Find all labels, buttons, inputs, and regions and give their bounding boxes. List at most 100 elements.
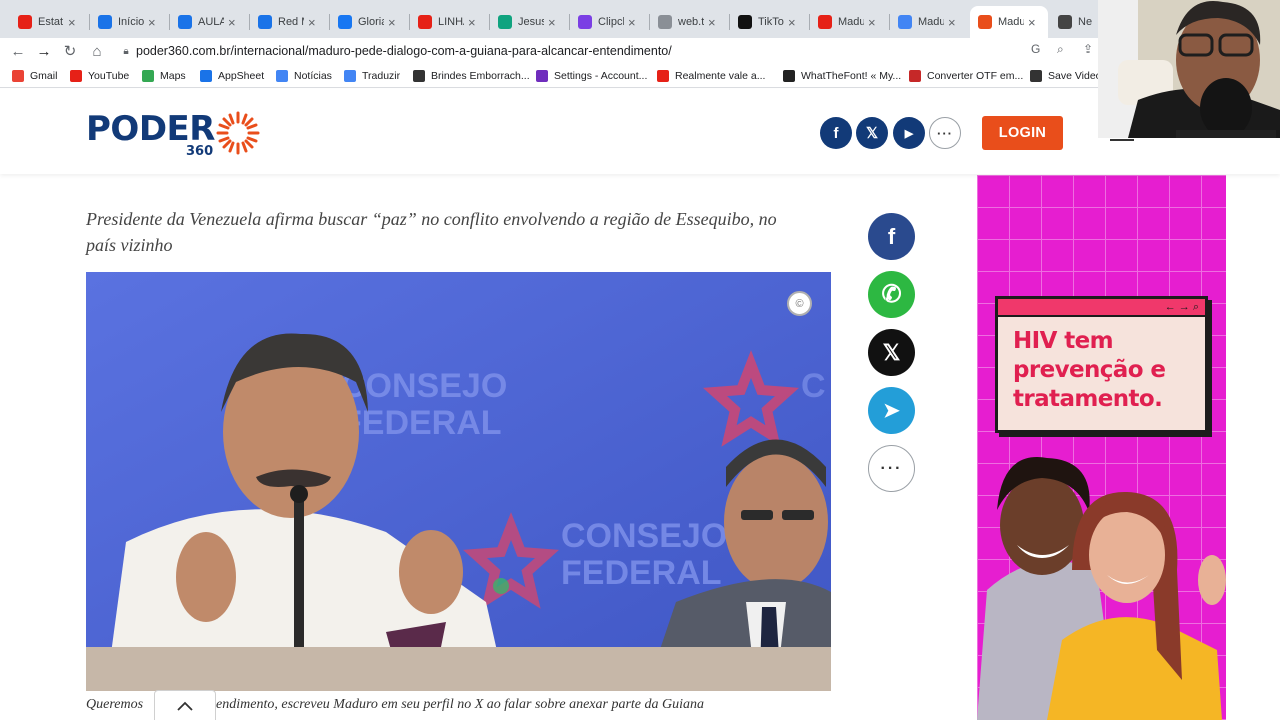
tab-separator bbox=[649, 14, 650, 30]
share-x-button[interactable]: 𝕏 bbox=[868, 329, 915, 376]
bookmark-item[interactable]: Maps bbox=[142, 68, 186, 84]
svg-text:CONSEJO: CONSEJO bbox=[561, 517, 727, 555]
browser-tab[interactable]: Red M × bbox=[250, 6, 328, 38]
bookmark-item[interactable]: YouTube bbox=[70, 68, 129, 84]
browser-tab[interactable]: Estatís × bbox=[10, 6, 88, 38]
bookmark-icon bbox=[200, 70, 212, 82]
close-tab-icon[interactable]: × bbox=[68, 15, 80, 30]
browser-tab[interactable]: web.te × bbox=[650, 6, 728, 38]
close-tab-icon[interactable]: × bbox=[548, 15, 560, 30]
home-icon[interactable]: ⌂ bbox=[87, 41, 107, 61]
bookmark-icon bbox=[783, 70, 795, 82]
svg-text:C: C bbox=[801, 367, 826, 405]
webcam-overlay bbox=[1098, 0, 1280, 138]
reload-icon[interactable]: ↻ bbox=[60, 41, 80, 61]
browser-tab[interactable]: Madu × bbox=[970, 6, 1048, 38]
bookmark-icon bbox=[276, 70, 288, 82]
caption-rest: endimento, escreveu Maduro em seu perfil… bbox=[216, 697, 705, 712]
bookmark-item[interactable]: Realmente vale a... bbox=[657, 68, 765, 84]
share-telegram-button[interactable]: ➤ bbox=[868, 387, 915, 434]
browser-tab-title: Madur bbox=[838, 16, 864, 28]
browser-tab[interactable]: Gloria × bbox=[330, 6, 408, 38]
bookmark-item[interactable]: Converter OTF em... bbox=[909, 68, 1023, 84]
scroll-to-top-button[interactable] bbox=[154, 690, 216, 720]
header-youtube-icon[interactable]: ▶ bbox=[893, 117, 925, 149]
share-more-button[interactable]: ··· bbox=[868, 445, 915, 492]
close-tab-icon[interactable]: × bbox=[308, 15, 320, 30]
webcam-person-image bbox=[1098, 0, 1280, 138]
poder360-logo[interactable]: PODER 360 bbox=[86, 109, 262, 159]
chatgpt-icon bbox=[498, 15, 512, 29]
tab-separator bbox=[409, 14, 410, 30]
logo-number: 360 bbox=[186, 144, 214, 159]
close-tab-icon[interactable]: × bbox=[708, 15, 720, 30]
close-tab-icon[interactable]: × bbox=[468, 15, 480, 30]
ad-card-toolbar: ← → ⌕ bbox=[998, 299, 1205, 317]
address-bar[interactable]: 🔒︎ poder360.com.br/internacional/maduro-… bbox=[116, 39, 1106, 63]
browser-toolbar: ← → ↻ ⌂ 🔒︎ poder360.com.br/internacional… bbox=[0, 38, 1280, 64]
browser-tab-title: Madur bbox=[918, 16, 944, 28]
article-photo[interactable]: CONSEJO FEDERAL CONSEJO FEDERAL C bbox=[86, 272, 831, 691]
close-tab-icon[interactable]: × bbox=[788, 15, 800, 30]
bookmark-item[interactable]: Traduzir bbox=[344, 68, 400, 84]
tab-separator bbox=[809, 14, 810, 30]
browser-tab[interactable]: Madur × bbox=[890, 6, 968, 38]
close-tab-icon[interactable]: × bbox=[1028, 15, 1040, 30]
bookmark-icon bbox=[142, 70, 154, 82]
bookmark-label: Notícias bbox=[294, 70, 332, 82]
login-button[interactable]: LOGIN bbox=[982, 116, 1063, 150]
browser-tab-title: Estatís bbox=[38, 16, 64, 28]
close-tab-icon[interactable]: × bbox=[868, 15, 880, 30]
caption-start: Queremos bbox=[86, 697, 144, 712]
close-tab-icon[interactable]: × bbox=[148, 15, 160, 30]
browser-tab[interactable]: Clipch × bbox=[570, 6, 648, 38]
browser-tab[interactable]: AULA × bbox=[170, 6, 248, 38]
header-x-icon[interactable]: 𝕏 bbox=[856, 117, 888, 149]
forward-icon[interactable]: → bbox=[34, 41, 54, 61]
header-more-icon[interactable]: ··· bbox=[929, 117, 961, 149]
bookmark-item[interactable]: WhatTheFont! « My... bbox=[783, 68, 901, 84]
browser-tab-title: Início bbox=[118, 16, 144, 28]
bookmark-icon bbox=[536, 70, 548, 82]
back-icon[interactable]: ← bbox=[8, 41, 28, 61]
header-facebook-icon[interactable]: f bbox=[820, 117, 852, 149]
close-tab-icon[interactable]: × bbox=[628, 15, 640, 30]
google-lens-icon[interactable]: G bbox=[1031, 42, 1040, 56]
bookmark-item[interactable]: Save Video bbox=[1030, 68, 1102, 84]
lock-icon[interactable]: 🔒︎ bbox=[116, 46, 136, 57]
bookmark-label: Brindes Emborrach... bbox=[431, 70, 530, 82]
browser-tab[interactable]: Madur × bbox=[810, 6, 888, 38]
copyright-icon[interactable]: © bbox=[787, 291, 812, 316]
browser-tab[interactable]: LINHA × bbox=[410, 6, 488, 38]
bookmark-item[interactable]: Notícias bbox=[276, 68, 332, 84]
advertisement[interactable]: ← → ⌕ HIV tem prevenção e tratamento. bbox=[977, 175, 1226, 720]
tab-separator bbox=[89, 14, 90, 30]
browser-tab-title: Clipch bbox=[598, 16, 624, 28]
bookmark-label: Converter OTF em... bbox=[927, 70, 1024, 82]
site-icon bbox=[258, 15, 272, 29]
browser-tab[interactable]: TikTok × bbox=[730, 6, 808, 38]
share-facebook-button[interactable]: f bbox=[868, 213, 915, 260]
close-tab-icon[interactable]: × bbox=[948, 15, 960, 30]
bookmark-item[interactable]: Settings - Account... bbox=[536, 68, 647, 84]
bookmark-item[interactable]: Brindes Emborrach... bbox=[413, 68, 530, 84]
bookmark-item[interactable]: AppSheet bbox=[200, 68, 264, 84]
browser-tab[interactable]: Início × bbox=[90, 6, 168, 38]
close-tab-icon[interactable]: × bbox=[388, 15, 400, 30]
share-whatsapp-button[interactable]: ✆ bbox=[868, 271, 915, 318]
share-icon[interactable]: ⇪ bbox=[1083, 42, 1093, 56]
menu-icon[interactable] bbox=[1110, 139, 1134, 141]
bookmark-label: Settings - Account... bbox=[554, 70, 648, 82]
svg-text:FEDERAL: FEDERAL bbox=[341, 404, 502, 442]
telegram-icon bbox=[658, 15, 672, 29]
ad-headline: HIV tem prevenção e tratamento. bbox=[1013, 328, 1166, 412]
close-tab-icon[interactable]: × bbox=[228, 15, 240, 30]
zoom-icon[interactable]: ⌕ bbox=[1057, 42, 1064, 57]
browser-tab-title: Gloria bbox=[358, 16, 384, 28]
browser-tab-title: Jesus c bbox=[518, 16, 544, 28]
poder360-icon bbox=[978, 15, 992, 29]
browser-tab[interactable]: Jesus c × bbox=[490, 6, 568, 38]
bookmark-label: YouTube bbox=[88, 70, 130, 82]
bookmark-label: Traduzir bbox=[362, 70, 401, 82]
bookmark-item[interactable]: Gmail bbox=[12, 68, 57, 84]
